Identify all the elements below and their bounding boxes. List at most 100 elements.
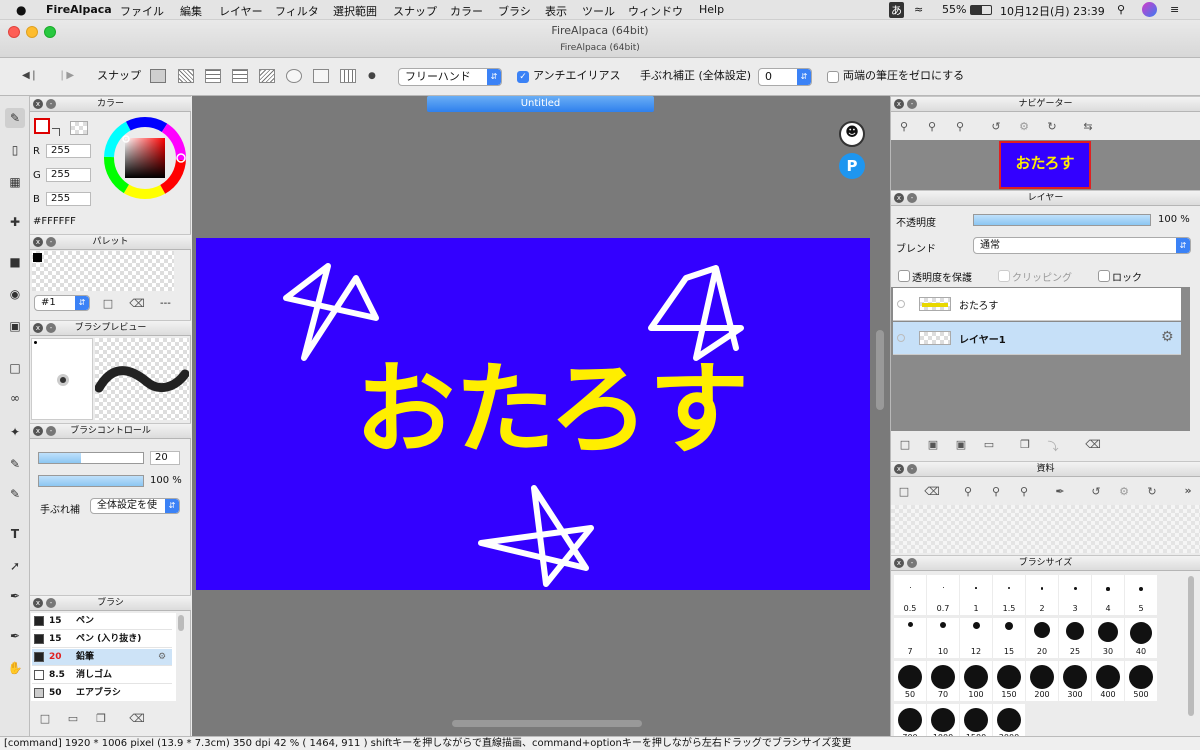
zoom-actual-icon[interactable]: ⚲ bbox=[951, 120, 969, 133]
new-1bit-layer-icon[interactable]: ▣ bbox=[952, 438, 970, 451]
r-value-input[interactable]: 255 bbox=[46, 144, 91, 158]
brush-size-preset[interactable]: 500 bbox=[1125, 661, 1157, 701]
layer-row-selected[interactable]: レイヤー1 ⚙ bbox=[893, 322, 1181, 355]
brush-item[interactable]: 15 ペン (入り抜き) bbox=[32, 631, 172, 648]
gear-icon[interactable]: ⚙ bbox=[158, 649, 166, 666]
alpaca-icon[interactable]: ☻ bbox=[839, 121, 865, 147]
brush-size-preset[interactable]: 100 bbox=[960, 661, 992, 701]
brush-size-preset[interactable]: 10 bbox=[927, 618, 959, 658]
menu-view[interactable]: 表示 bbox=[545, 3, 567, 19]
snap-off-icon[interactable] bbox=[150, 69, 166, 83]
brush-size-slider[interactable] bbox=[38, 452, 144, 464]
brush-opacity-slider[interactable] bbox=[38, 475, 144, 487]
close-icon[interactable]: x bbox=[33, 323, 43, 333]
notification-center-icon[interactable]: ≡ bbox=[1170, 3, 1179, 16]
g-value-input[interactable]: 255 bbox=[46, 168, 91, 182]
brush-item-active[interactable]: 20 鉛筆 ⚙ bbox=[32, 649, 172, 666]
spotlight-icon[interactable]: ⚲ bbox=[1117, 3, 1125, 16]
operation-tool-icon[interactable]: ➚ bbox=[5, 556, 25, 576]
magic-wand-icon[interactable]: ✦ bbox=[5, 422, 25, 442]
new-material-icon[interactable]: □ bbox=[895, 485, 913, 498]
minimize-icon[interactable]: - bbox=[907, 99, 917, 109]
duplicate-brush-icon[interactable]: ❐ bbox=[92, 712, 110, 725]
select-tool-icon[interactable]: □ bbox=[5, 358, 25, 378]
brush-list-scrollbar[interactable] bbox=[178, 615, 184, 631]
wifi-icon[interactable]: ≈ bbox=[914, 3, 923, 16]
material-rotate-left-icon[interactable]: ↺ bbox=[1087, 485, 1105, 498]
snap-parallel-icon[interactable] bbox=[178, 69, 194, 83]
close-icon[interactable]: x bbox=[894, 558, 904, 568]
eyedropper-tool-icon[interactable]: ✒ bbox=[5, 586, 25, 606]
move-tool-icon[interactable]: ✚ bbox=[5, 212, 25, 232]
zero-pressure-checkbox[interactable] bbox=[827, 71, 839, 83]
lasso-tool-icon[interactable]: ∞ bbox=[5, 388, 25, 408]
brush-size-preset[interactable]: 4 bbox=[1092, 575, 1124, 615]
brush-size-preset[interactable]: 3 bbox=[1059, 575, 1091, 615]
close-icon[interactable]: x bbox=[33, 598, 43, 608]
zoom-out-icon[interactable]: ⚲ bbox=[923, 120, 941, 133]
brush-size-preset[interactable]: 1000 bbox=[927, 704, 959, 736]
gear-icon[interactable]: ⚙ bbox=[1161, 329, 1174, 345]
close-icon[interactable]: x bbox=[33, 426, 43, 436]
brush-size-preset[interactable]: 70 bbox=[927, 661, 959, 701]
menu-help[interactable]: Help bbox=[699, 3, 724, 16]
brush-size-preset[interactable]: 1 bbox=[960, 575, 992, 615]
new-8bit-layer-icon[interactable]: ▣ bbox=[924, 438, 942, 451]
brush-size-preset[interactable]: 0.7 bbox=[927, 575, 959, 615]
brush-folder-icon[interactable]: ▭ bbox=[64, 712, 82, 725]
brush-item[interactable]: 50 エアブラシ bbox=[32, 685, 172, 701]
brush-item[interactable]: 15 ペン bbox=[32, 613, 172, 630]
bucket-tool-icon[interactable]: ◉ bbox=[5, 284, 25, 304]
menu-tool[interactable]: ツール bbox=[582, 3, 615, 19]
menubar-clock[interactable]: 10月12日(月) 23:39 bbox=[1000, 3, 1105, 19]
protect-alpha-checkbox[interactable] bbox=[898, 270, 910, 282]
transparent-color-swatch[interactable] bbox=[70, 121, 88, 135]
delete-material-icon[interactable]: ⌫ bbox=[923, 485, 941, 498]
brush-size-preset[interactable]: 12 bbox=[960, 618, 992, 658]
brush-size-preset[interactable]: 5 bbox=[1125, 575, 1157, 615]
document-tab[interactable]: Untitled bbox=[427, 96, 654, 112]
brush-size-scrollbar[interactable] bbox=[1188, 576, 1194, 716]
app-menu[interactable]: FireAlpaca bbox=[46, 3, 112, 16]
brush-size-preset[interactable]: 30 bbox=[1092, 618, 1124, 658]
color-wheel[interactable] bbox=[100, 116, 190, 200]
select-pen-icon[interactable]: ✎ bbox=[5, 454, 25, 474]
menu-selection[interactable]: 選択範囲 bbox=[333, 3, 377, 19]
brush-size-preset[interactable]: 300 bbox=[1059, 661, 1091, 701]
pixiv-icon[interactable]: P bbox=[839, 153, 865, 179]
zoom-in-icon[interactable]: ⚲ bbox=[895, 120, 913, 133]
stroke-mode-select[interactable]: フリーハンド ⇵ bbox=[398, 68, 502, 86]
battery-icon[interactable] bbox=[970, 5, 992, 15]
brush-size-input[interactable]: 20 bbox=[150, 451, 180, 465]
pen-tool-icon[interactable]: ✎ bbox=[5, 108, 25, 128]
more-chevron-icon[interactable]: » bbox=[1179, 484, 1197, 497]
menu-filter[interactable]: フィルタ bbox=[275, 3, 319, 19]
delete-palette-icon[interactable]: ⌫ bbox=[128, 297, 146, 310]
material-zoom-out-icon[interactable]: ⚲ bbox=[987, 485, 1005, 498]
brush-size-preset[interactable]: 15 bbox=[993, 618, 1025, 658]
minimize-icon[interactable]: - bbox=[46, 323, 56, 333]
material-rotate-right-icon[interactable]: ↻ bbox=[1143, 485, 1161, 498]
material-rotate-reset-icon[interactable]: ⚙ bbox=[1115, 485, 1133, 498]
blend-mode-select[interactable]: 通常 ⇵ bbox=[973, 237, 1191, 254]
material-zoom-in-icon[interactable]: ⚲ bbox=[959, 485, 977, 498]
hand-tool-icon[interactable]: ✋ bbox=[5, 658, 25, 678]
rotate-left-icon[interactable]: ↺ bbox=[987, 120, 1005, 133]
layer-opacity-slider[interactable] bbox=[973, 214, 1151, 226]
new-layer-icon[interactable]: □ bbox=[896, 438, 914, 451]
flip-icon[interactable]: ⇆ bbox=[1079, 120, 1097, 133]
gradient-tool-icon[interactable]: ▣ bbox=[5, 316, 25, 336]
brush-size-preset[interactable]: 25 bbox=[1059, 618, 1091, 658]
apple-menu-icon[interactable]: ● bbox=[16, 3, 26, 17]
palette-swatches[interactable] bbox=[32, 251, 174, 291]
new-palette-icon[interactable]: □ bbox=[99, 297, 117, 310]
duplicate-layer-icon[interactable]: ❐ bbox=[1016, 438, 1034, 451]
brush-size-preset[interactable]: 50 bbox=[894, 661, 926, 701]
delete-layer-icon[interactable]: ⌫ bbox=[1084, 438, 1102, 451]
brush-size-preset[interactable]: 400 bbox=[1092, 661, 1124, 701]
layer-row[interactable]: おたろす bbox=[893, 288, 1181, 321]
brush-item[interactable]: 8.5 消しゴム bbox=[32, 667, 172, 684]
brush-size-preset[interactable]: 20 bbox=[1026, 618, 1058, 658]
lock-checkbox[interactable] bbox=[1098, 270, 1110, 282]
brush-size-preset[interactable]: 7 bbox=[894, 618, 926, 658]
